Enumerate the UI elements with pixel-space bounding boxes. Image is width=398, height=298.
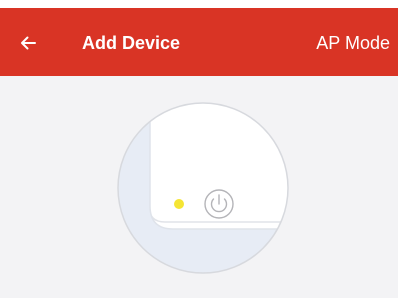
ap-mode-button[interactable]: AP Mode	[316, 32, 390, 54]
indicator-light	[174, 199, 184, 209]
arrow-left-icon	[21, 36, 36, 50]
page-title: Add Device	[82, 33, 181, 53]
status-bar-area	[0, 0, 398, 8]
app-bar: Add Device AP Mode	[0, 8, 398, 76]
device-illustration	[117, 102, 289, 274]
main-content	[0, 76, 398, 298]
back-button[interactable]	[14, 29, 42, 57]
